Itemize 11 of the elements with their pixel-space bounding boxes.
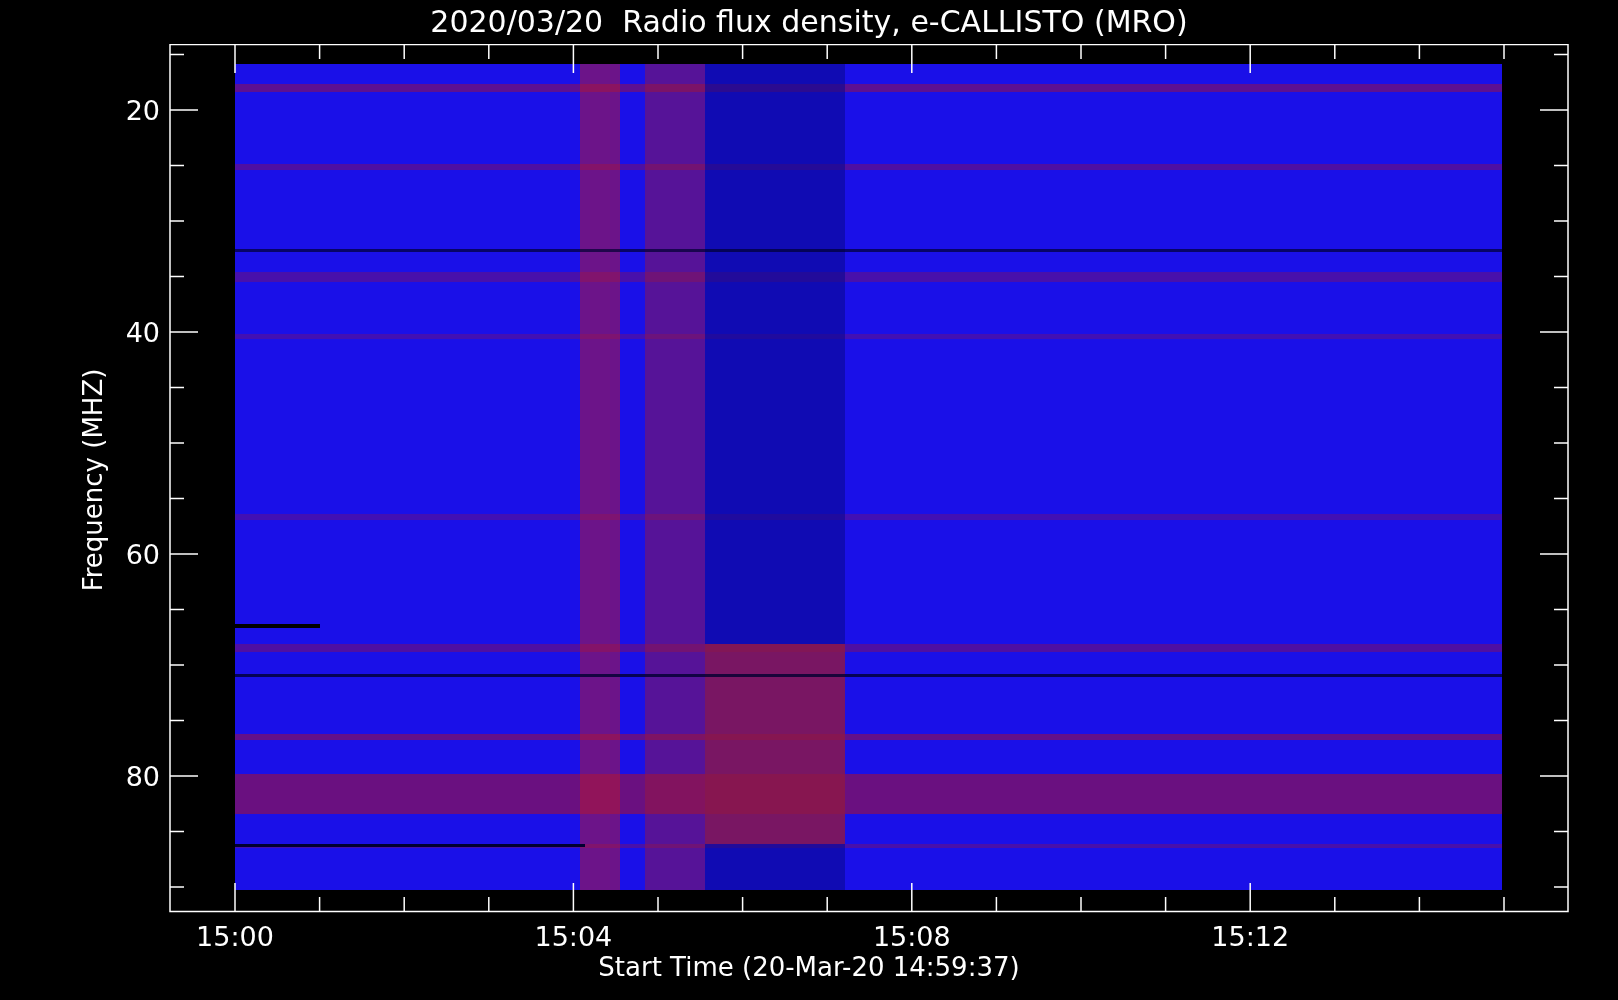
x-tick-label: 15:12 — [1211, 921, 1290, 952]
y-tick-label: 40 — [125, 317, 160, 348]
x-tick-label: 15:08 — [872, 921, 951, 952]
y-tick-label: 20 — [125, 95, 160, 126]
chart-title: 2020/03/20 Radio flux density, e-CALLISTO (MRO) — [430, 7, 1188, 37]
y-tick-label: 60 — [125, 539, 160, 570]
x-tick-label: 15:00 — [196, 921, 274, 952]
x-tick-label: 15:04 — [534, 921, 613, 952]
x-axis-label: Start Time (20-Mar-20 14:59:37) — [598, 954, 1020, 980]
y-tick-label: 80 — [125, 761, 160, 792]
y-axis-label: Frequency (MHZ) — [78, 368, 108, 592]
